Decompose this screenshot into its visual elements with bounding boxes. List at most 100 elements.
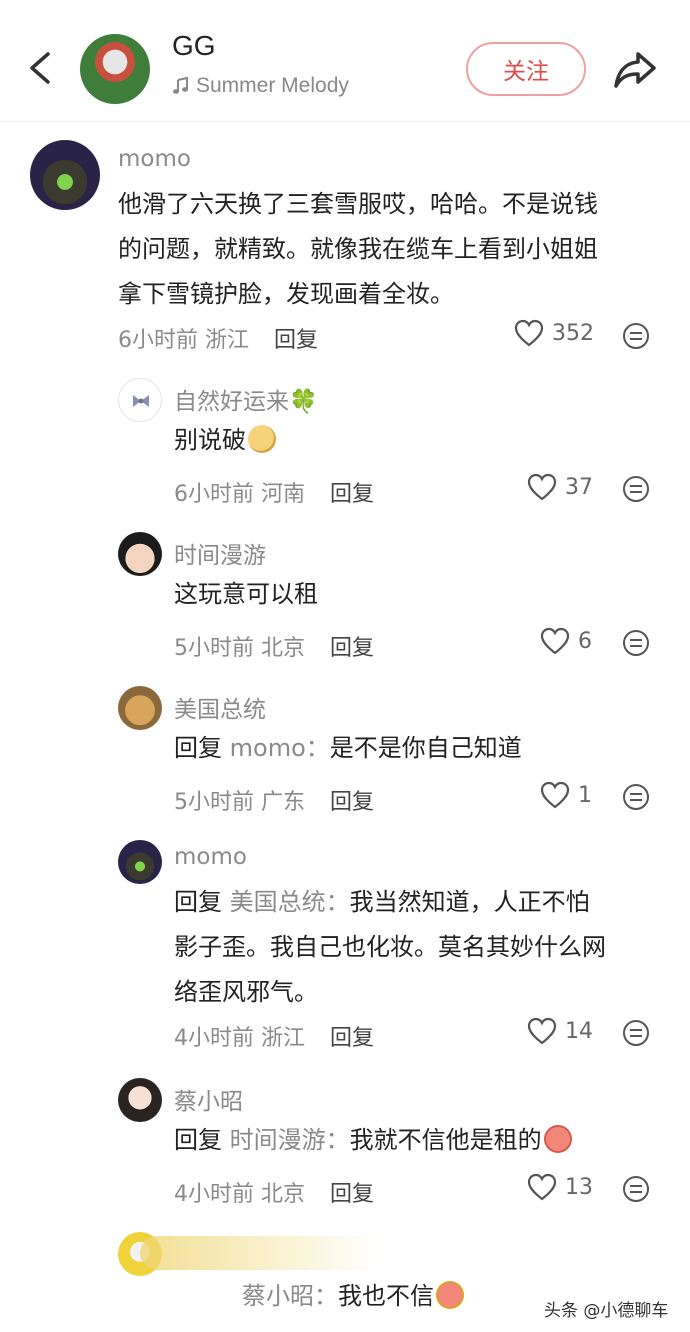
user-name[interactable]: GG [172,30,216,62]
reply-target[interactable]: momo： [230,734,330,762]
like-button[interactable]: 14 [527,1017,593,1045]
comment-location: 河南 [261,482,306,507]
comment-location: 浙江 [205,328,250,353]
avatar[interactable] [118,686,162,730]
comment-meta: 5小时前 北京 回复 [174,630,374,662]
comment-text: 别说破 [174,418,276,463]
like-count: 352 [552,320,594,346]
avatar[interactable] [118,532,162,576]
comment-location: 北京 [261,636,306,661]
comment-username[interactable]: 蔡小昭 [174,1082,243,1116]
follow-button[interactable]: 关注 [466,42,586,96]
comment-text-content: 我就不信他是租的 [349,1126,542,1154]
header-bar: GG Summer Melody 关注 [0,0,690,122]
comment-time: 5小时前 [174,636,254,661]
comment-text-line: 他滑了六天换了三套雪服哎，哈哈。不是说钱 [118,190,598,218]
like-count: 1 [578,782,592,808]
reply-item: momo 回复 美国总统：我当然知道，人正不怕 影子歪。我自己也化妆。莫名其妙什… [0,834,690,1064]
comment-meta: 5小时前 广东 回复 [174,784,374,816]
reply-target[interactable]: 美国总统： [230,888,350,916]
more-dots-icon[interactable] [622,1175,650,1203]
comment-text: 回复 时间漫游：我就不信他是租的 [174,1118,572,1163]
comment-location: 广东 [261,790,306,815]
comment-text: 回复 momo：是不是你自己知道 [174,726,522,771]
comment-text-line: 拿下雪镜护脸，发现画着全妆。 [118,280,454,308]
heart-outline-icon [540,781,570,809]
reply-item: 蔡小昭 回复 时间漫游：我就不信他是租的 4小时前 北京 回复 13 [0,1072,690,1212]
bow-icon [133,395,149,407]
crying-face-emoji-icon [436,1281,464,1309]
comment-item: momo 他滑了六天换了三套雪服哎，哈哈。不是说钱 的问题，就精致。就像我在缆车… [0,122,690,362]
reply-item: 美国总统 回复 momo：是不是你自己知道 5小时前 广东 回复 1 [0,680,690,820]
heart-outline-icon [527,473,557,501]
reply-prefix: 回复 [174,1126,222,1154]
music-note-icon [173,77,188,94]
music-title: Summer Melody [196,74,349,97]
comment-text-content: 我也不信 [338,1282,434,1310]
reply-item: 自然好运来🍀 别说破 6小时前 河南 回复 37 [0,372,690,512]
comment-meta: 6小时前 浙江 回复 [118,322,318,354]
comment-time: 5小时前 [174,790,254,815]
like-count: 13 [565,1174,593,1200]
reply-button[interactable]: 回复 [330,1026,374,1051]
comment-text: 这玩意可以租 [174,580,318,608]
comment-meta: 6小时前 河南 回复 [174,476,374,508]
like-count: 6 [578,628,592,654]
avatar[interactable] [118,840,162,884]
more-dots-icon[interactable] [622,475,650,503]
comment-time: 4小时前 [174,1182,254,1207]
reply-prefix: 回复 [174,888,222,916]
reply-button[interactable]: 回复 [330,790,374,815]
reply-item: 时间漫游 这玩意可以租 5小时前 北京 回复 6 [0,526,690,666]
comment-username[interactable]: momo [118,146,191,172]
comment-time: 4小时前 [174,1026,254,1051]
comment-text-content: 我当然知道，人正不怕 [349,888,590,916]
avatar[interactable] [118,378,162,422]
like-count: 14 [565,1018,593,1044]
avatar[interactable] [80,34,150,104]
music-info[interactable]: Summer Melody [172,74,349,98]
comment-text-content: 别说破 [174,426,246,454]
comment-text-line: 回复 美国总统：我当然知道，人正不怕 [174,880,590,925]
comment-text-line: 络歪风邪气。 [174,978,318,1006]
more-dots-icon[interactable] [622,1019,650,1047]
like-button[interactable]: 37 [527,473,593,501]
reply-button[interactable]: 回复 [330,1182,374,1207]
avatar[interactable] [118,1078,162,1122]
avatar[interactable] [30,140,100,210]
watermark: 头条 @小德聊车 [544,1301,669,1321]
like-button[interactable]: 6 [540,627,592,655]
more-dots-icon[interactable] [622,629,650,657]
comment-text-line: 的问题，就精致。就像我在缆车上看到小姐姐 [118,235,598,263]
like-count: 37 [565,474,593,500]
like-button[interactable]: 1 [540,781,592,809]
comment-username[interactable]: momo [174,844,247,870]
more-dots-icon[interactable] [622,322,650,350]
reply-target[interactable]: 蔡小昭： [242,1282,338,1310]
comment-time: 6小时前 [118,328,198,353]
reply-button[interactable]: 回复 [330,482,374,507]
reply-button[interactable]: 回复 [274,328,318,353]
heart-outline-icon [527,1173,557,1201]
laughing-face-emoji-icon [543,1125,572,1153]
comment-time: 6小时前 [174,482,254,507]
reply-prefix: 回复 [174,734,222,762]
comment-username[interactable]: 美国总统 [174,690,266,724]
reply-button[interactable]: 回复 [330,636,374,661]
like-button[interactable]: 13 [527,1173,593,1201]
heart-outline-icon [527,1017,557,1045]
comment-username[interactable]: 时间漫游 [174,536,266,570]
heart-outline-icon [514,319,544,347]
chevron-left-icon[interactable] [22,48,58,88]
comment-meta: 4小时前 浙江 回复 [174,1020,374,1052]
share-arrow-icon[interactable] [610,44,660,94]
comment-username[interactable]: 自然好运来🍀 [174,382,318,416]
reply-target[interactable]: 时间漫游： [230,1126,350,1154]
smug-face-emoji-icon [248,425,276,453]
comment-meta: 4小时前 北京 回复 [174,1176,374,1208]
like-button[interactable]: 352 [514,319,594,347]
comment-location: 浙江 [261,1026,306,1051]
heart-outline-icon [540,627,570,655]
more-dots-icon[interactable] [622,783,650,811]
comment-text: 蔡小昭：我也不信 [242,1274,464,1319]
